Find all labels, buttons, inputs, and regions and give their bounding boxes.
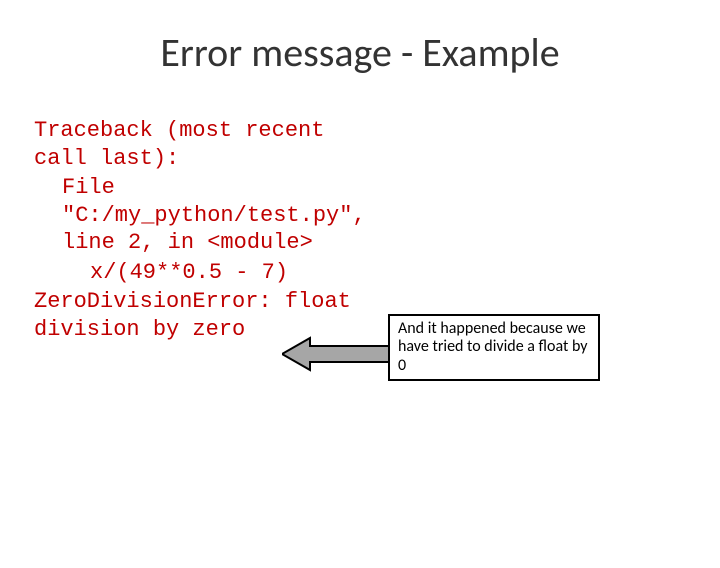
slide-title: Error message - Example <box>0 28 720 77</box>
arrow-left-icon <box>282 334 390 374</box>
traceback-code-block: Traceback (most recent call last): File … <box>34 117 374 343</box>
traceback-file-line: File "C:/my_python/test.py", line 2, in … <box>34 174 374 257</box>
traceback-header: Traceback (most recent call last): <box>34 117 374 172</box>
callout-box: And it happened because we have tried to… <box>388 314 600 381</box>
callout-group: And it happened because we have tried to… <box>378 314 698 394</box>
callout-text: And it happened because we have tried to… <box>398 319 588 375</box>
traceback-expression: x/(49**0.5 - 7) <box>34 259 374 287</box>
